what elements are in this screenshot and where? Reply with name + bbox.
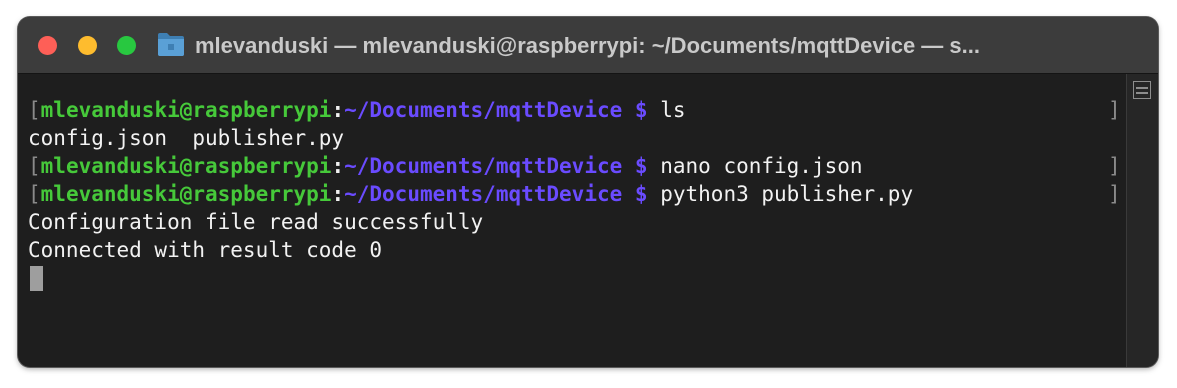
window-title: mlevanduski — mlevanduski@raspberrypi: ~… bbox=[195, 33, 980, 58]
prompt-symbol: $ bbox=[634, 182, 648, 206]
prompt-user: mlevanduski@raspberrypi bbox=[40, 182, 332, 206]
prompt-path: ~/Documents/mqttDevice bbox=[344, 98, 623, 122]
prompt-colon: : bbox=[331, 98, 345, 122]
close-window-button[interactable] bbox=[38, 36, 57, 55]
terminal-content[interactable]: [mlevanduski@raspberrypi:~/Documents/mqt… bbox=[18, 74, 1126, 367]
line-end-bracket: ] bbox=[1108, 154, 1121, 178]
prompt-line: [mlevanduski@raspberrypi:~/Documents/mqt… bbox=[28, 180, 913, 208]
folder-icon bbox=[158, 33, 184, 56]
output-line: config.json publisher.py bbox=[28, 126, 345, 150]
prompt-bracket: [ bbox=[28, 98, 41, 122]
scrollbar[interactable] bbox=[1126, 74, 1158, 367]
command-text: ls bbox=[660, 98, 686, 122]
output-line: Connected with result code 0 bbox=[28, 238, 383, 262]
prompt-line: [mlevanduski@raspberrypi:~/Documents/mqt… bbox=[28, 96, 686, 124]
prompt-bracket: [ bbox=[28, 182, 41, 206]
terminal-window: mlevanduski — mlevanduski@raspberrypi: ~… bbox=[18, 17, 1158, 367]
prompt-line: [mlevanduski@raspberrypi:~/Documents/mqt… bbox=[28, 152, 863, 180]
prompt-symbol: $ bbox=[634, 154, 648, 178]
text-cursor bbox=[30, 266, 43, 291]
minimize-window-button[interactable] bbox=[78, 36, 97, 55]
prompt-colon: : bbox=[331, 154, 345, 178]
prompt-user: mlevanduski@raspberrypi bbox=[40, 154, 332, 178]
output-line: Configuration file read successfully bbox=[28, 210, 484, 234]
line-end-bracket: ] bbox=[1108, 98, 1121, 122]
prompt-symbol: $ bbox=[634, 98, 648, 122]
title-bar[interactable]: mlevanduski — mlevanduski@raspberrypi: ~… bbox=[18, 17, 1158, 74]
scroll-marker-icon[interactable] bbox=[1133, 81, 1151, 99]
prompt-colon: : bbox=[331, 182, 345, 206]
prompt-path: ~/Documents/mqttDevice bbox=[344, 154, 623, 178]
command-text: nano config.json bbox=[660, 154, 863, 178]
prompt-bracket: [ bbox=[28, 154, 41, 178]
maximize-window-button[interactable] bbox=[117, 36, 136, 55]
prompt-user: mlevanduski@raspberrypi bbox=[40, 98, 332, 122]
prompt-path: ~/Documents/mqttDevice bbox=[344, 182, 623, 206]
command-text: python3 publisher.py bbox=[660, 182, 914, 206]
line-end-bracket: ] bbox=[1108, 182, 1121, 206]
